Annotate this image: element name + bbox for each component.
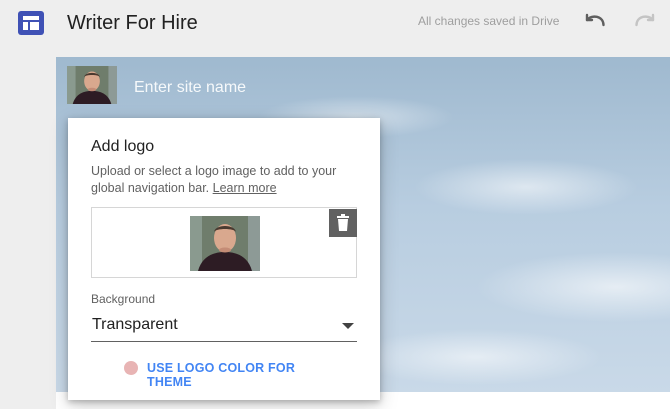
site-name-input[interactable] — [134, 77, 434, 99]
sites-layout-icon[interactable] — [18, 11, 44, 35]
delete-logo-button[interactable] — [329, 209, 357, 237]
trash-icon — [337, 214, 349, 231]
chevron-down-icon — [342, 323, 354, 329]
background-label: Background — [91, 292, 156, 306]
undo-button[interactable] — [582, 12, 608, 34]
use-logo-color-button[interactable]: USE LOGO COLOR FOR THEME — [124, 358, 334, 389]
logo-color-swatch — [124, 361, 138, 375]
logo-preview — [190, 216, 260, 271]
save-status: All changes saved in Drive — [418, 14, 560, 28]
learn-more-link[interactable]: Learn more — [213, 181, 277, 195]
undo-icon — [585, 13, 605, 27]
dialog-description: Upload or select a logo image to add to … — [91, 163, 361, 197]
add-logo-dialog: Add logo Upload or select a logo image t… — [68, 118, 380, 400]
background-select[interactable]: Transparent — [91, 312, 357, 342]
background-select-value: Transparent — [92, 316, 178, 333]
top-bar: Writer For Hire All changes saved in Dri… — [0, 0, 670, 46]
logo-photo-icon — [67, 66, 117, 104]
page-title[interactable]: Writer For Hire — [67, 12, 198, 35]
site-logo[interactable] — [67, 66, 117, 104]
logo-upload-area[interactable] — [91, 207, 357, 278]
redo-button[interactable] — [632, 12, 658, 34]
dialog-title: Add logo — [91, 138, 155, 155]
redo-icon — [635, 13, 655, 27]
logo-photo-icon — [190, 216, 260, 271]
use-logo-color-label: USE LOGO COLOR FOR THEME — [147, 361, 296, 389]
